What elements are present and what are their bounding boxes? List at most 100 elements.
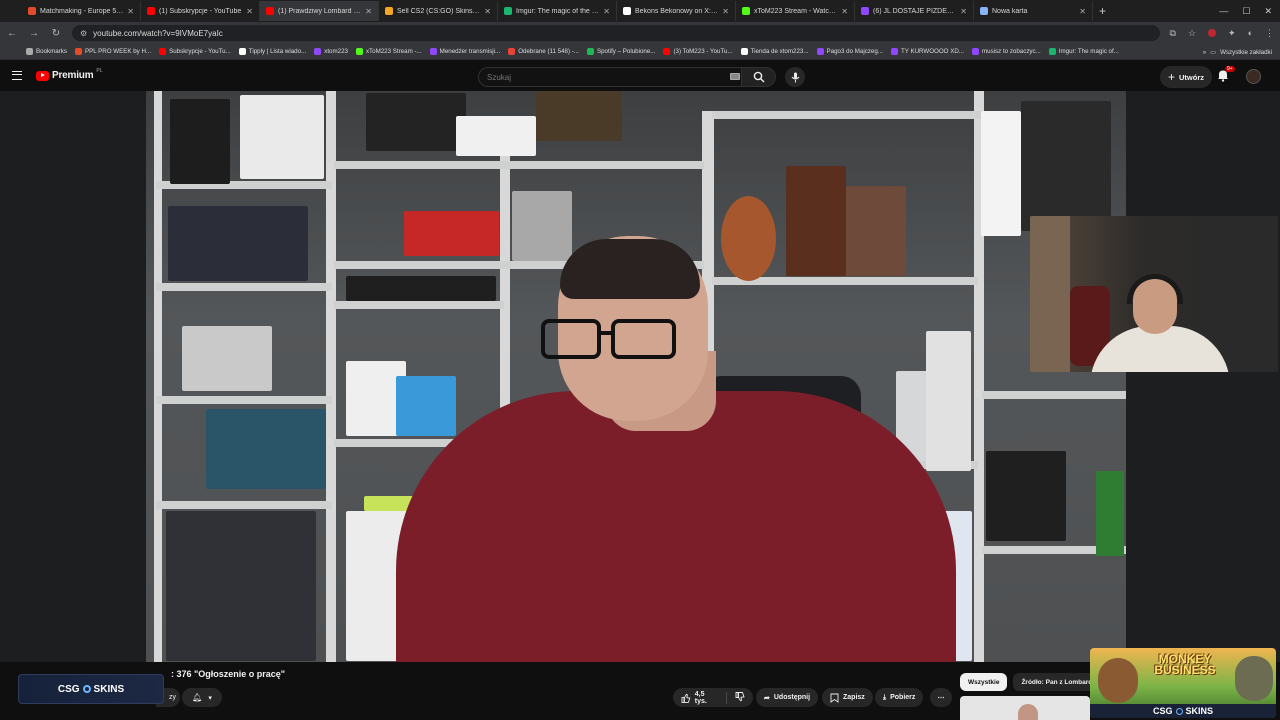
notification-badge: 9+ [1225,66,1235,72]
browser-tab[interactable]: Nowa karta ✕ [974,1,1093,21]
bookmark-favicon-icon [1048,48,1056,55]
device [366,93,466,151]
suggested-video-thumbnail[interactable] [960,696,1090,720]
all-bookmarks-label: Wszystkie zakładki [1220,48,1272,56]
browser-tab[interactable]: (1) Prawdziwy Lombard - G ✕ [260,1,379,21]
thumbs-down-icon [735,691,745,701]
tab-title: xToM223 Stream - Watch Live o... [754,7,837,15]
bookmark-favicon-icon [355,48,363,55]
youtube-header: Premium PL + Utwórz 9+ [0,61,1280,91]
youtube-premium-logo[interactable]: Premium PL [36,68,103,81]
bookmark-label: Spotify – Polubione... [596,48,656,55]
plus-icon: + [1168,70,1176,84]
tab-close-icon[interactable]: ✕ [365,7,372,16]
bookmark-item[interactable]: Imgur: The magic of... [1048,48,1119,55]
tab-close-icon[interactable]: ✕ [484,7,491,16]
bookmark-item[interactable]: TY KURWOOOO XD... [890,48,964,55]
box [926,331,971,471]
tab-close-icon[interactable]: ✕ [246,7,253,16]
close-window-icon[interactable]: ✕ [1264,6,1272,17]
minimize-icon[interactable]: — [1219,6,1228,16]
bookmark-item[interactable]: (3) ToM223 - YouTu... [663,48,733,55]
tab-close-icon[interactable]: ✕ [127,7,134,16]
profile-icon[interactable]: ◐ [1248,28,1253,38]
person-shirt [396,391,956,662]
bookmark-favicon-icon [429,48,437,55]
filter-chip[interactable]: Wszystkie [960,673,1008,691]
tab-close-icon[interactable]: ✕ [841,7,848,16]
bookmark-item[interactable]: musisz to zobaczyc... [971,48,1041,55]
notification-settings-button[interactable]: 🔔︎ ▾ [182,688,222,707]
bookmark-favicon-icon [314,48,322,55]
promo-title: MONKEY BUSINESS [1154,652,1216,677]
cd-stack [512,191,572,261]
bookmark-item[interactable]: Tipply | Lista wiado... [238,48,306,55]
video-player[interactable] [146,91,1126,662]
voice-search-button[interactable] [785,67,805,87]
site-info-icon[interactable]: ⚙ [80,29,87,38]
bookmark-item[interactable]: Tienda de xtom223... [740,48,809,55]
new-tab-button[interactable]: + [1093,4,1112,18]
save-button[interactable]: Zapisz [822,688,873,707]
reload-icon[interactable]: ↻ [50,28,62,39]
razer-box [1096,471,1124,556]
bookmark-item[interactable]: Subskrypcje - YouTu... [159,48,231,55]
browser-tab[interactable]: Bekons Bekonowy on X: "Karta... ✕ [617,1,736,21]
tab-close-icon[interactable]: ✕ [722,7,729,16]
tab-close-icon[interactable]: ✕ [1079,7,1086,16]
bookmark-item[interactable]: Pago3 do Majczeg... [816,48,883,55]
speakers [986,451,1066,541]
create-label: Utwórz [1179,72,1205,82]
tab-close-icon[interactable]: ✕ [960,7,967,16]
hamburger-menu-icon[interactable] [12,71,22,80]
browser-tab[interactable]: (1) Subskrypcje - YouTube ✕ [141,1,260,21]
browser-tab[interactable]: Imgur: The magic of the Intern... ✕ [498,1,617,21]
shelf [982,391,1126,399]
browser-tab[interactable]: xToM223 Stream - Watch Live o... ✕ [736,1,855,21]
install-app-icon[interactable]: ⧉ [1170,28,1176,39]
bookmark-item[interactable]: Bookmarks [26,48,67,55]
extension-icon[interactable] [1208,29,1217,37]
create-button[interactable]: + Utwórz [1160,66,1213,88]
keyboard-icon[interactable] [730,73,740,80]
tab-close-icon[interactable]: ✕ [603,7,610,16]
webcam-door [1030,216,1070,372]
bookmark-item[interactable]: Menedżer transmisji... [429,48,500,55]
bookmark-item[interactable]: PPL PRO WEEK by H... [74,48,151,55]
more-bookmarks-icon[interactable]: » [1203,49,1206,56]
bookmark-item[interactable]: Spotify – Polubione... [586,48,656,55]
menu-icon[interactable]: ⋮ [1265,28,1274,39]
download-icon: ⤓ [883,693,887,701]
bookmark-favicon-icon [890,48,898,55]
forward-icon[interactable]: → [28,28,40,39]
tab-favicon-icon [385,7,393,15]
bookmark-label: Bookmarks [36,48,67,55]
bookmark-item[interactable]: Odebrane (11 548) -... [508,48,579,55]
bookmark-star-icon[interactable]: ☆ [1188,28,1196,39]
like-count: 4,5 tys. [694,690,707,705]
bookmark-item[interactable]: xtom223 [314,48,348,55]
tab-title: (1) Subskrypcje - YouTube [159,7,242,15]
browser-tab[interactable]: (6) JL DOSTAJE PIZDEE - Twitch ✕ [855,1,974,21]
more-actions-button[interactable]: ⋯ [930,688,952,707]
search-input[interactable] [478,67,742,87]
all-bookmarks-button[interactable]: » ▭ Wszystkie zakładki [1203,44,1272,60]
url-field[interactable]: ⚙ youtube.com/watch?v=9IVMoE7yaIc [72,25,1160,41]
maximize-icon[interactable]: ☐ [1242,6,1250,17]
search-button[interactable] [742,67,776,87]
download-button[interactable]: ⤓ Pobierz [875,688,924,707]
folder-icon: ▭ [1210,48,1217,56]
dislike-button[interactable] [735,691,745,704]
monkey-character-left [1098,658,1138,703]
browser-tab[interactable]: Sell CS2 (CS:GO) Skins | Best C... ✕ [379,1,498,21]
browser-tab[interactable]: Matchmaking - Europe 5v5 Qu...✕ [22,1,141,21]
tab-favicon-icon [861,7,869,15]
share-button[interactable]: ➦ Udostępnij [756,688,819,707]
like-button[interactable]: 4,5 tys. [681,691,718,705]
account-avatar[interactable] [1246,69,1261,84]
bookmark-favicon-icon [159,48,167,55]
bookmark-item[interactable]: xToM223 Stream -... [355,48,422,55]
tab-favicon-icon [266,7,274,15]
back-icon[interactable]: ← [6,28,18,39]
extension-puzzle-icon[interactable]: ✦ [1228,28,1236,39]
